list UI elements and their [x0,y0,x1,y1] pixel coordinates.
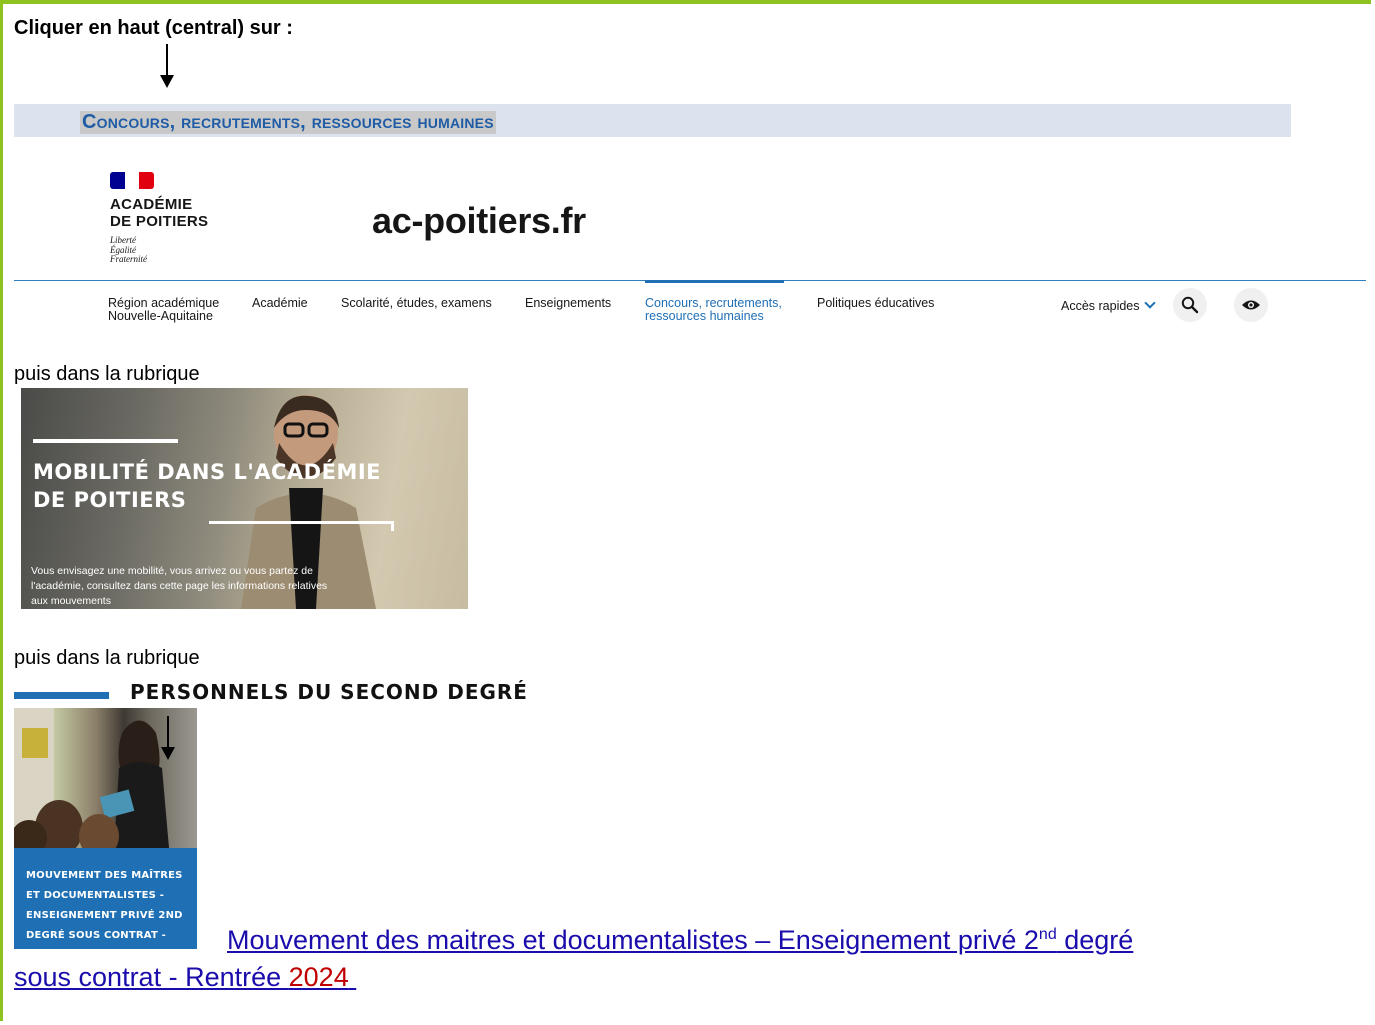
nav-item-academie[interactable]: Académie [252,297,308,310]
mobility-title-line-1: MOBILITÉ DANS L'ACADÉMIE [33,460,381,484]
classroom-photo [14,708,197,858]
chevron-down-icon [1143,297,1156,309]
mobility-banner[interactable]: MOBILITÉ DANS L'ACADÉMIE DE POITIERS Vou… [21,388,468,609]
concours-menu-link[interactable]: Concours, recrutements, ressources humai… [80,111,496,134]
thumbnail-line: ET DOCUMENTALISTES - [26,890,165,901]
search-icon [1181,296,1199,314]
nav-item-concours[interactable]: Concours, recrutements, ressources humai… [645,297,782,323]
nav-item-politiques[interactable]: Politiques éducatives [817,297,934,310]
down-arrow-icon [160,44,174,88]
banner-top-line [33,439,178,443]
academy-line-2: DE POITIERS [110,213,209,230]
academy-line-1: ACADÉMIE [110,196,193,213]
quick-access-menu[interactable]: Accès rapides [1061,297,1156,313]
quick-access-label: Accès rapides [1061,299,1140,313]
link-text: sous contrat - Rentrée [14,962,289,992]
step-3-label: puis dans la rubrique [14,647,200,669]
mouvement-link: sous contrat - Rentrée 2024 [14,962,356,992]
link-superscript: nd [1038,926,1057,943]
republic-motto: Liberté Égalité Fraternité [110,235,147,265]
mouvement-thumbnail[interactable]: MOUVEMENT DES MAÎTRES ET DOCUMENTALISTES… [14,708,197,949]
mouvement-link-line-2[interactable]: sous contrat - Rentrée 2024 [14,962,356,993]
nav-label: Nouvelle-Aquitaine [108,309,213,323]
mobility-title-line-2: DE POITIERS [33,488,187,512]
nav-label: Académie [252,296,308,310]
nav-label: Enseignements [525,296,612,310]
academy-logo-text: ACADÉMIE DE POITIERS [110,196,208,230]
nav-label: ressources humaines [645,309,764,323]
thumbnail-line: DEGRÉ SOUS CONTRAT - [26,930,167,941]
mobility-description: Vous envisagez une mobilité, vous arrive… [31,564,351,609]
thumbnail-line: MOUVEMENT DES MAÎTRES [26,870,183,881]
thumbnail-line: ENSEIGNEMENT PRIVÉ 2ND [26,910,183,921]
down-arrow-icon [161,716,175,760]
section-accent-bar [14,692,109,699]
accessibility-button[interactable] [1234,288,1268,322]
nav-item-scolarite[interactable]: Scolarité, études, examens [341,297,492,310]
teacher-photo-icon [14,708,169,858]
step-2-label: puis dans la rubrique [14,363,200,385]
mobility-desc-line: l'académie, consultez dans cette page le… [31,580,328,592]
nav-label: Scolarité, études, examens [341,296,492,310]
nav-label: Politiques éducatives [817,296,935,310]
active-nav-indicator [645,280,784,283]
banner-mid-line [209,521,394,524]
site-title[interactable]: ac-poitiers.fr [372,200,586,242]
link-year: 2024 [288,962,349,992]
banner-mid-line-tick [391,521,394,531]
nav-item-enseignements[interactable]: Enseignements [525,297,611,310]
motto-fraternite: Fraternité [110,254,147,264]
eye-icon [1242,300,1260,310]
section-title: PERSONNELS DU SECOND DEGRÉ [130,680,528,704]
link-text: degré [1056,925,1134,955]
mobility-desc-line: aux mouvements [31,595,111,607]
nav-item-region[interactable]: Région académique Nouvelle-Aquitaine [108,297,219,323]
search-button[interactable] [1173,288,1207,322]
mobility-title: MOBILITÉ DANS L'ACADÉMIE DE POITIERS [33,458,381,514]
link-text: Mouvement des maitres et documentalistes… [227,925,1039,955]
mouvement-link-line-1[interactable]: Mouvement des maitres et documentalistes… [227,925,1133,956]
thumbnail-text: MOUVEMENT DES MAÎTRES ET DOCUMENTALISTES… [26,866,183,946]
mobility-desc-line: Vous envisagez une mobilité, vous arrive… [31,565,313,577]
mouvement-link: Mouvement des maitres et documentalistes… [227,925,1133,955]
instruction-text: Cliquer en haut (central) sur : [14,17,293,39]
marianne-flag-icon [110,172,154,189]
